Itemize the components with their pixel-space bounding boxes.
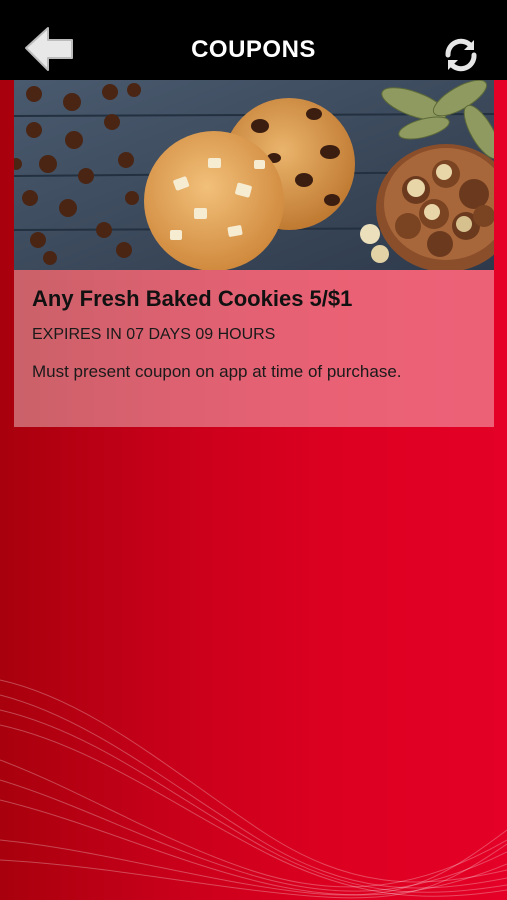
coupon-note: Must present coupon on app at time of pu… (32, 362, 402, 381)
coupon-image (14, 80, 494, 270)
coupon-card[interactable]: Any Fresh Baked Cookies 5/$1 EXPIRES IN … (14, 80, 494, 427)
refresh-icon (445, 38, 477, 72)
refresh-button[interactable] (440, 34, 482, 76)
background-waves (0, 679, 507, 899)
top-bar: COUPONS (0, 0, 507, 80)
coupon-expiry: EXPIRES IN 07 DAYS 09 HOURS (32, 326, 276, 343)
page-title: COUPONS (191, 36, 316, 63)
coupon-title: Any Fresh Baked Cookies 5/$1 (32, 286, 353, 311)
cookies-photo (14, 80, 494, 270)
